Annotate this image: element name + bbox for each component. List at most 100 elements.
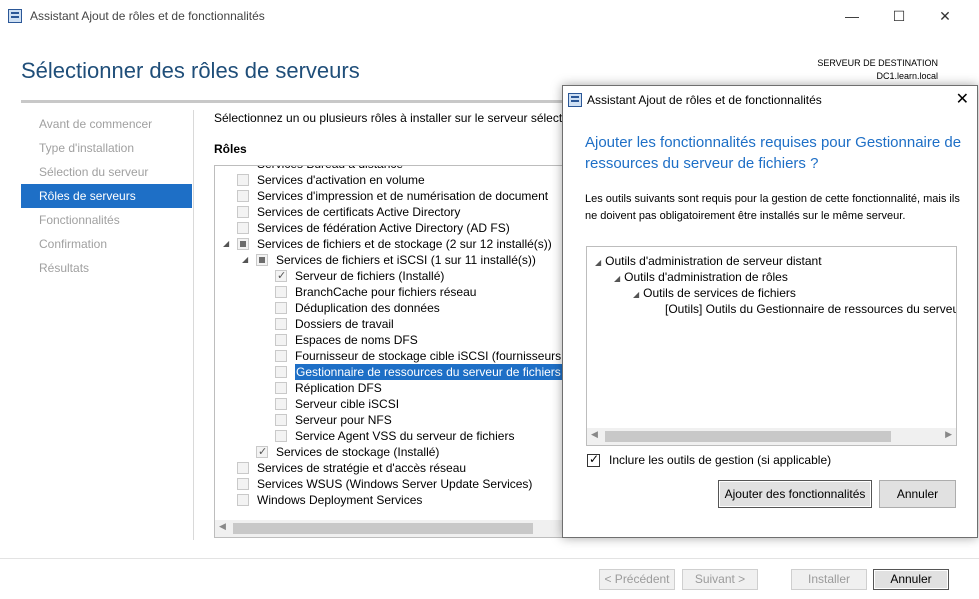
role-checkbox[interactable]: [237, 174, 249, 186]
role-row[interactable]: Services d'activation en volume: [215, 172, 563, 188]
previous-button[interactable]: < Précédent: [599, 569, 675, 590]
tree-node-label: [Outils] Outils du Gestionnaire de resso…: [665, 302, 956, 316]
role-label: Gestionnaire de ressources du serveur de…: [295, 364, 562, 380]
install-button[interactable]: Installer: [791, 569, 867, 590]
dialog-close-button[interactable]: ✕: [956, 89, 969, 109]
role-row[interactable]: ◢ Services de fichiers et iSCSI (1 sur 11…: [215, 252, 563, 268]
role-label: Réplication DFS: [295, 381, 382, 395]
expand-triangle-icon[interactable]: ◢: [595, 258, 601, 267]
expand-triangle-icon[interactable]: ◢: [223, 236, 233, 252]
tree-node[interactable]: [Outils] Outils du Gestionnaire de resso…: [665, 301, 956, 317]
cancel-button[interactable]: Annuler: [873, 569, 949, 590]
role-checkbox[interactable]: [237, 462, 249, 474]
role-row[interactable]: Espaces de noms DFS: [215, 332, 563, 348]
role-checkbox[interactable]: [275, 414, 287, 426]
close-button[interactable]: ✕: [922, 0, 968, 32]
window-title: Assistant Ajout de rôles et de fonctionn…: [30, 9, 265, 23]
role-row[interactable]: Fournisseur de stockage cible iSCSI (fou…: [215, 348, 563, 364]
tree-node[interactable]: ◢ Outils d'administration de serveur dist…: [595, 253, 822, 269]
server-manager-icon: [568, 93, 582, 107]
maximize-button[interactable]: ☐: [876, 0, 922, 32]
role-checkbox[interactable]: [237, 478, 249, 490]
role-row[interactable]: Services de stratégie et d'accès réseau: [215, 460, 563, 476]
role-row[interactable]: Serveur de fichiers (Installé): [215, 268, 563, 284]
role-label: BranchCache pour fichiers réseau: [295, 285, 477, 299]
nav-item-results[interactable]: Résultats: [21, 256, 192, 280]
role-checkbox[interactable]: [237, 222, 249, 234]
nav-item-confirmation[interactable]: Confirmation: [21, 232, 192, 256]
role-checkbox[interactable]: [237, 190, 249, 202]
role-row[interactable]: Windows Deployment Services: [215, 492, 563, 508]
role-row[interactable]: BranchCache pour fichiers réseau: [215, 284, 563, 300]
role-label: Services Bureau à distance: [257, 166, 403, 172]
nav-item-installation-type[interactable]: Type d'installation: [21, 136, 192, 160]
role-row[interactable]: Service Agent VSS du serveur de fichiers: [215, 428, 563, 444]
role-row[interactable]: Dossiers de travail: [215, 316, 563, 332]
role-row[interactable]: Services Bureau à distance: [215, 166, 563, 172]
nav-item-before-you-begin[interactable]: Avant de commencer: [21, 112, 192, 136]
role-checkbox[interactable]: [275, 318, 287, 330]
role-checkbox[interactable]: [275, 366, 287, 378]
role-checkbox[interactable]: [256, 254, 268, 266]
expand-triangle-icon[interactable]: ◢: [242, 252, 252, 268]
wizard-nav: Avant de commencer Type d'installation S…: [21, 112, 192, 280]
role-label: Services de stratégie et d'accès réseau: [257, 461, 467, 475]
page-title: Sélectionner des rôles de serveurs: [21, 58, 360, 83]
role-label: Services de fédération Active Directory …: [257, 221, 510, 235]
expand-triangle-icon[interactable]: ◢: [614, 274, 620, 283]
role-label: Services de fichiers et iSCSI (1 sur 11 …: [276, 253, 536, 267]
role-checkbox[interactable]: [275, 430, 287, 442]
role-checkbox[interactable]: [275, 268, 287, 284]
role-row[interactable]: Services de certificats Active Directory: [215, 204, 563, 220]
role-row[interactable]: Gestionnaire de ressources du serveur de…: [215, 364, 563, 380]
dialog-title: Assistant Ajout de rôles et de fonctionn…: [587, 93, 822, 107]
role-checkbox[interactable]: [256, 444, 268, 460]
role-row[interactable]: Services WSUS (Windows Server Update Ser…: [215, 476, 563, 492]
role-checkbox[interactable]: [237, 206, 249, 218]
tree-node[interactable]: ◢ Outils de services de fichiers: [633, 285, 796, 301]
role-row[interactable]: Serveur cible iSCSI: [215, 396, 563, 412]
role-label: Services d'impression et de numérisation…: [257, 189, 549, 203]
server-manager-icon: [8, 9, 22, 23]
role-row[interactable]: Serveur pour NFS: [215, 412, 563, 428]
role-checkbox[interactable]: [275, 334, 287, 346]
role-checkbox[interactable]: [275, 302, 287, 314]
role-row[interactable]: Services d'impression et de numérisation…: [215, 188, 563, 204]
role-row[interactable]: Services de stockage (Installé): [215, 444, 563, 460]
include-tools-label[interactable]: Inclure les outils de gestion (si applic…: [609, 453, 831, 467]
role-row[interactable]: Réplication DFS: [215, 380, 563, 396]
include-tools-checkbox[interactable]: [587, 452, 600, 467]
nav-item-server-selection[interactable]: Sélection du serveur: [21, 160, 192, 184]
role-row[interactable]: ◢ Services de fichiers et de stockage (2 …: [215, 236, 563, 252]
role-checkbox[interactable]: [237, 494, 249, 506]
expand-triangle-icon[interactable]: ◢: [633, 290, 639, 299]
role-label: Services de stockage (Installé): [276, 445, 440, 459]
roles-horizontal-scrollbar[interactable]: ◀: [215, 520, 563, 537]
scrollbar-thumb[interactable]: [605, 431, 891, 442]
nav-item-server-roles[interactable]: Rôles de serveurs: [21, 184, 192, 208]
role-label: Déduplication des données: [295, 301, 440, 315]
role-checkbox[interactable]: [275, 286, 287, 298]
scrollbar-thumb[interactable]: [233, 523, 533, 534]
role-checkbox[interactable]: [275, 398, 287, 410]
role-row[interactable]: Déduplication des données: [215, 300, 563, 316]
scroll-left-icon[interactable]: ◀: [219, 521, 226, 532]
role-checkbox[interactable]: [237, 238, 249, 250]
add-features-button[interactable]: Ajouter des fonctionnalités: [718, 480, 872, 508]
tree-horizontal-scrollbar[interactable]: ◀ ▶: [587, 428, 956, 445]
scroll-left-icon[interactable]: ◀: [591, 429, 598, 440]
next-button[interactable]: Suivant >: [682, 569, 758, 590]
scroll-right-icon[interactable]: ▶: [945, 429, 952, 440]
role-checkbox[interactable]: [275, 382, 287, 394]
nav-item-features[interactable]: Fonctionnalités: [21, 208, 192, 232]
destination-label: SERVEUR DE DESTINATION: [817, 58, 938, 68]
dialog-cancel-button[interactable]: Annuler: [879, 480, 956, 508]
minimize-button[interactable]: —: [829, 0, 875, 32]
required-features-tree[interactable]: ◢ Outils d'administration de serveur dist…: [586, 246, 957, 446]
roles-tree[interactable]: Services Bureau à distanceServices d'act…: [214, 165, 564, 538]
role-row[interactable]: Services de fédération Active Directory …: [215, 220, 563, 236]
tree-node-label: Outils de services de fichiers: [643, 286, 796, 300]
dialog-description: Les outils suivants sont requis pour la …: [585, 193, 960, 222]
tree-node[interactable]: ◢ Outils d'administration de rôles: [614, 269, 788, 285]
role-checkbox[interactable]: [275, 350, 287, 362]
